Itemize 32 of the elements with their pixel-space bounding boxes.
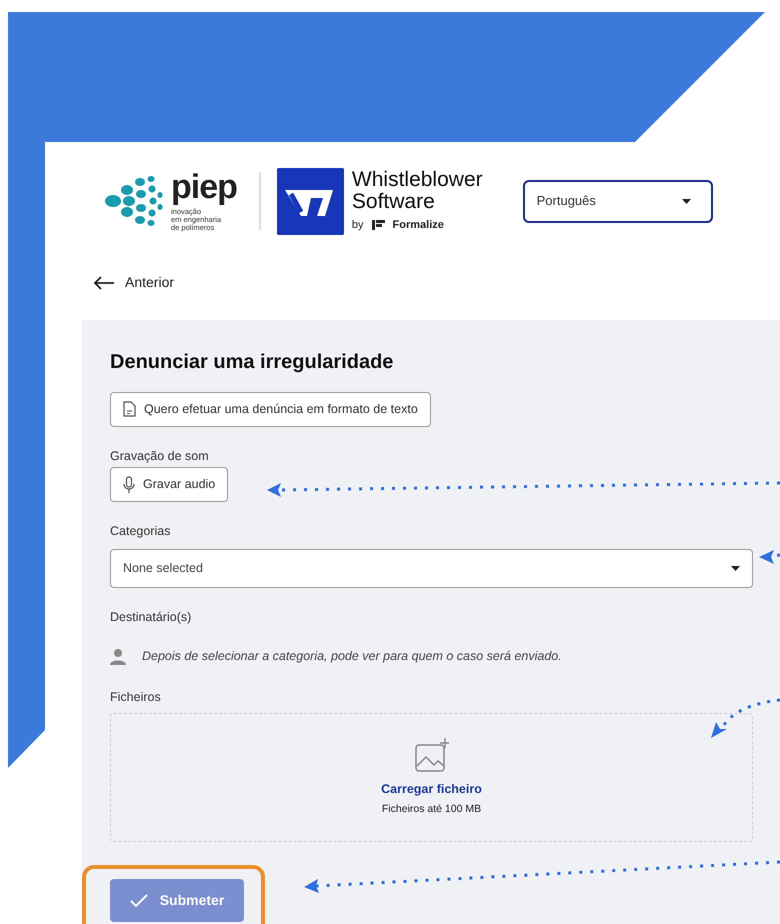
language-select[interactable]: Português [522, 180, 713, 222]
record-audio-button[interactable]: Gravar audio [110, 467, 228, 502]
by-text: by [352, 218, 364, 233]
microphone-icon [123, 476, 135, 494]
field-label: Destinatário(s) [110, 609, 192, 626]
text-report-button[interactable]: Quero efetuar uma denúncia em formato de texto [110, 392, 431, 426]
product-name: Whistleblower [352, 168, 483, 191]
product-name: Software [352, 190, 436, 213]
upload-file-link[interactable]: Carregar ficheiro [381, 780, 482, 798]
logo-dots-icon [105, 174, 163, 228]
field-label: Gravação de som [110, 448, 210, 465]
dotted-arrow [711, 698, 780, 738]
caret-icon [731, 566, 740, 571]
form-title: Denunciar uma irregularidade [110, 350, 394, 374]
brand-icon [372, 220, 385, 230]
back-link[interactable]: Anterior [93, 272, 174, 293]
logo-wordmark: piep [171, 170, 237, 204]
field-label: Ficheiros [110, 688, 162, 706]
logo-mark-icon [276, 168, 344, 234]
caret-icon [682, 198, 691, 204]
field-label: Categorias [110, 523, 172, 540]
file-dropzone[interactable]: Carregar ficheiro Ficheiros até 100 MB [110, 713, 753, 842]
person-icon [110, 648, 126, 665]
recipients-note: Depois de selecionar a categoria, pode ver para quem o caso será enviado. [142, 648, 562, 665]
file-size-hint: Ficheiros até 100 MB [382, 802, 482, 818]
back-arrow-icon [93, 276, 115, 290]
dotted-arrow [759, 550, 780, 564]
document-icon [123, 401, 136, 417]
add-image-icon [414, 738, 448, 772]
checkmark-icon [130, 894, 148, 908]
categories-select[interactable]: None selected [110, 549, 753, 588]
brand-name: Formalize [392, 218, 444, 233]
